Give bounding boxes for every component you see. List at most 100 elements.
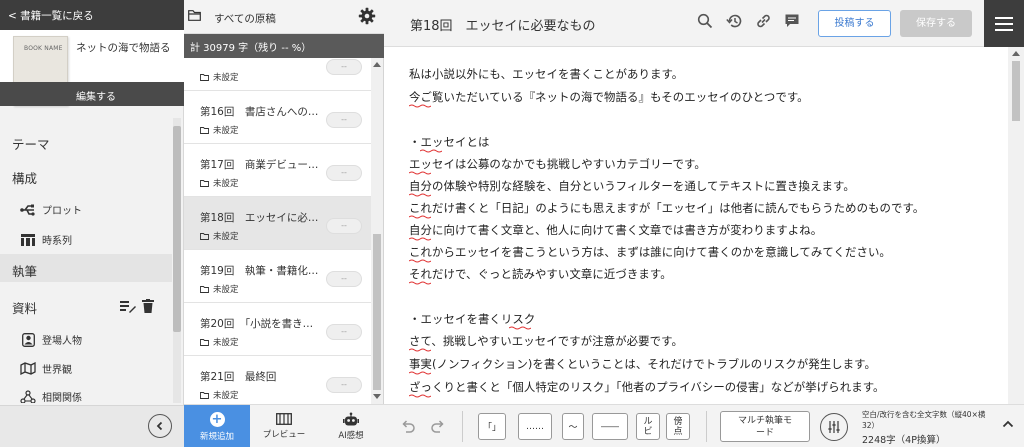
- episode-item[interactable]: 第19回 執筆・書籍化… 未設定 --: [184, 250, 371, 303]
- back-to-books-button[interactable]: < 書籍一覧に戻る: [0, 0, 184, 30]
- episode-status: 未設定: [200, 283, 239, 295]
- scroll-up-arrow[interactable]: [1012, 51, 1020, 56]
- folder-icon: [200, 126, 209, 134]
- insert-brackets-button[interactable]: 「」: [478, 413, 506, 440]
- sidebar-item-materials[interactable]: 資料: [12, 298, 37, 317]
- ruby-label-top: ル: [643, 416, 653, 427]
- episode-title: 第19回 執筆・書籍化…: [200, 265, 319, 277]
- episode-progress-pill: --: [326, 59, 362, 75]
- episode-panel-header: すべての原稿: [184, 0, 384, 34]
- manuscript-text-area[interactable]: 私は小説以外にも、エッセイを書くことがあります。 今ご覧いただいている『ネットの…: [384, 47, 1008, 404]
- text-line: ・エッセイとは: [409, 135, 490, 149]
- episode-list-scrollbar-thumb[interactable]: [373, 234, 381, 390]
- spellcheck-underline: [409, 394, 431, 398]
- sidebar-scrollbar[interactable]: [173, 118, 181, 403]
- edit-book-button[interactable]: 編集する: [76, 88, 116, 103]
- episode-item[interactable]: 第21回 最終回 未設定 --: [184, 356, 371, 404]
- sidebar-item-writing[interactable]: 執筆: [12, 261, 37, 280]
- trash-icon[interactable]: [142, 299, 154, 313]
- editor-panel: 第18回 エッセイに必要なもの 投稿する 保存する 私は小説以外にも、エッセイを…: [384, 0, 1024, 447]
- episode-status: 未設定: [200, 230, 239, 242]
- episode-progress-pill: --: [326, 112, 362, 128]
- episode-title: 第18回 エッセイに必…: [200, 212, 319, 224]
- insert-ellipsis-button[interactable]: ……: [518, 413, 552, 440]
- spellcheck-underline: [409, 259, 431, 263]
- sidebar-item-relations[interactable]: 相関関係: [20, 389, 82, 403]
- insert-dash-button[interactable]: ――: [592, 413, 628, 440]
- spellcheck-underline: [409, 171, 431, 175]
- character-count-value: 2248字（4P換算）: [862, 435, 946, 446]
- sidebar-item-label: 時系列: [42, 236, 72, 247]
- robot-icon: [343, 412, 359, 426]
- scroll-up-arrow[interactable]: [373, 62, 381, 67]
- sidebar-item-characters[interactable]: 登場人物: [20, 332, 82, 347]
- history-icon[interactable]: [726, 13, 743, 29]
- ai-feedback-button[interactable]: AI感想: [318, 405, 384, 447]
- book-icon: [276, 413, 292, 425]
- spellcheck-underline: [420, 149, 442, 153]
- list-edit-icon[interactable]: [120, 300, 136, 313]
- sidebar-item-world[interactable]: 世界観: [20, 361, 72, 376]
- menu-icon[interactable]: [984, 0, 1024, 47]
- episode-item[interactable]: 第16回 書店さんへの… 未設定 --: [184, 91, 371, 144]
- preview-button[interactable]: プレビュー: [250, 405, 318, 447]
- episode-item[interactable]: 第17回 商業デビュー… 未設定 --: [184, 144, 371, 197]
- multi-writing-mode-button[interactable]: マルチ執筆モ ード: [720, 411, 810, 442]
- editor-scrollbar[interactable]: [1008, 47, 1024, 404]
- text-line: エッセイは公募のなかでも挑戦しやすいカテゴリーです。: [409, 157, 706, 171]
- spellcheck-underline: [409, 371, 431, 375]
- insert-wave-dash-button[interactable]: ～: [562, 413, 584, 440]
- spellcheck-underline: [409, 193, 431, 197]
- episode-title-field[interactable]: 第18回 エッセイに必要なもの: [410, 15, 596, 34]
- sidebar-item-label: 相関関係: [42, 393, 82, 403]
- relation-icon: [20, 389, 36, 403]
- sidebar-nav: テーマ 構成 プロット 時系列 執筆 資料 登場人物 世界観 相関関係: [0, 118, 172, 403]
- multi-mode-label-line2: ード: [755, 428, 774, 438]
- episode-item-selected[interactable]: 第18回 エッセイに必… 未設定 --: [184, 197, 371, 250]
- save-button[interactable]: 保存する: [900, 10, 972, 37]
- new-episode-button[interactable]: + 新規追加: [184, 405, 250, 447]
- emphasis-dots-button[interactable]: 傍 点: [666, 413, 690, 440]
- sidebar-item-plot[interactable]: プロット: [20, 202, 82, 217]
- text-line: 私は小説以外にも、エッセイを書くことがあります。: [409, 67, 684, 81]
- text-line: それだけで、ぐっと読みやすい文章に近づきます。: [409, 267, 672, 281]
- scroll-down-arrow[interactable]: [373, 394, 381, 399]
- spellcheck-underline: [509, 326, 531, 330]
- episode-item[interactable]: 未設定 --: [184, 58, 371, 91]
- chevron-up-icon[interactable]: [1002, 419, 1014, 429]
- episode-status-label: 未設定: [213, 232, 239, 242]
- publish-button[interactable]: 投稿する: [818, 10, 891, 37]
- episode-status: 未設定: [200, 124, 239, 136]
- episode-list-scrollbar[interactable]: [371, 58, 383, 404]
- episode-panel-footer: + 新規追加 プレビュー AI感想: [184, 404, 384, 447]
- manuscript-filter-label[interactable]: すべての原稿: [214, 11, 276, 26]
- sidebar-item-structure[interactable]: 構成: [12, 168, 37, 187]
- counter-icon[interactable]: [820, 413, 848, 441]
- episode-status-label: 未設定: [213, 126, 239, 136]
- collapse-sidebar-button[interactable]: [148, 414, 172, 438]
- search-icon[interactable]: [697, 13, 713, 29]
- text-line: 自分に向けて書く文章と、他人に向けて書く文章では書き方が変わりますよね。: [409, 223, 823, 237]
- episode-progress-pill: --: [326, 165, 362, 181]
- episode-progress-pill: --: [326, 271, 362, 287]
- ruby-button[interactable]: ル ビ: [636, 413, 660, 440]
- editor-scrollbar-thumb[interactable]: [1012, 61, 1020, 121]
- undo-icon[interactable]: [400, 418, 416, 434]
- folder-icon: [200, 338, 209, 346]
- folder-icon: [200, 73, 209, 81]
- link-icon[interactable]: [755, 13, 772, 29]
- total-character-count: 計 30979 字（残り -- %）: [184, 34, 384, 58]
- sidebar-item-timeline[interactable]: 時系列: [20, 232, 72, 247]
- new-episode-label: 新規追加: [199, 431, 234, 442]
- gear-icon[interactable]: [358, 7, 376, 25]
- folder-icon: [200, 285, 209, 293]
- sidebar-item-theme[interactable]: テーマ: [12, 134, 50, 153]
- folder-icon[interactable]: [188, 10, 201, 21]
- redo-icon[interactable]: [430, 418, 446, 434]
- episode-item[interactable]: 第20回 「小説を書き… 未設定 --: [184, 303, 371, 356]
- timeline-icon: [20, 233, 36, 247]
- comment-icon[interactable]: [784, 13, 800, 29]
- edit-book-bar[interactable]: 編集する: [0, 82, 184, 106]
- sidebar-scrollbar-thumb[interactable]: [173, 126, 181, 332]
- episode-progress-pill: --: [326, 324, 362, 340]
